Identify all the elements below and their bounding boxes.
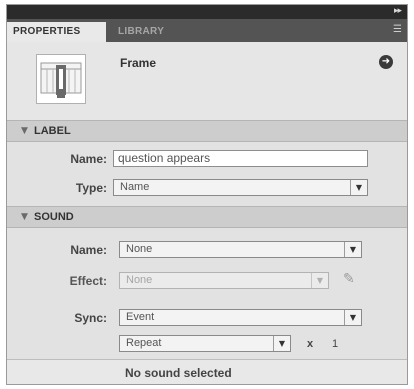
chevron-down-icon: ▼ bbox=[311, 273, 328, 288]
sound-repeat-value: Repeat bbox=[126, 337, 162, 349]
panel-tab-bar: PROPERTIES LIBRARY ☰ bbox=[7, 19, 407, 42]
sound-section-header[interactable]: ▼ SOUND bbox=[7, 206, 407, 228]
panel-menu-icon[interactable]: ☰ bbox=[393, 24, 402, 35]
label-section-title: LABEL bbox=[34, 125, 71, 137]
properties-header: Frame ➜ bbox=[7, 42, 407, 120]
edit-envelope-icon[interactable]: ✎ bbox=[343, 271, 359, 287]
label-type-dropdown[interactable]: Name ▼ bbox=[113, 179, 368, 196]
help-icon[interactable]: ➜ bbox=[379, 55, 393, 69]
tab-properties[interactable]: PROPERTIES bbox=[7, 22, 106, 42]
sound-status-bar: No sound selected bbox=[7, 359, 407, 384]
sound-effect-label: Effect: bbox=[69, 274, 107, 288]
tab-library[interactable]: LIBRARY bbox=[112, 22, 182, 42]
label-name-label: Name: bbox=[70, 152, 107, 166]
sound-name-dropdown[interactable]: None ▼ bbox=[119, 241, 362, 258]
frame-type-label: Frame bbox=[120, 56, 157, 70]
label-section-body: Name: question appears Type: Name ▼ bbox=[7, 142, 407, 206]
label-type-value: Name bbox=[120, 181, 150, 193]
label-name-input[interactable]: question appears bbox=[113, 150, 368, 167]
label-section-header[interactable]: ▼ LABEL bbox=[7, 120, 407, 142]
chevron-down-icon: ▼ bbox=[344, 310, 361, 325]
expand-triangle-icon: ▼ bbox=[21, 126, 28, 136]
sound-effect-dropdown[interactable]: None ▼ bbox=[119, 272, 329, 289]
sound-name-label: Name: bbox=[70, 243, 107, 257]
chevron-down-icon: ▼ bbox=[350, 180, 367, 195]
panel-title-bar[interactable]: ▸▸ bbox=[7, 5, 407, 19]
sound-status-text: No sound selected bbox=[125, 366, 232, 380]
properties-panel: ▸▸ PROPERTIES LIBRARY ☰ Frame ➜ ▼ LABEL bbox=[6, 4, 408, 385]
repeat-times-symbol: x bbox=[307, 338, 314, 350]
label-type-label: Type: bbox=[75, 181, 107, 195]
sound-sync-label: Sync: bbox=[74, 311, 107, 325]
expand-triangle-icon: ▼ bbox=[21, 212, 28, 222]
sound-effect-value: None bbox=[126, 274, 153, 286]
sound-section-body: Name: None ▼ Effect: None ▼ ✎ Sync: Even… bbox=[7, 228, 407, 359]
frame-icon bbox=[36, 54, 86, 104]
sound-section-title: SOUND bbox=[34, 211, 74, 223]
chevron-down-icon: ▼ bbox=[273, 336, 290, 351]
sound-repeat-dropdown[interactable]: Repeat ▼ bbox=[119, 335, 291, 352]
repeat-count-field[interactable]: 1 bbox=[332, 338, 338, 350]
collapse-panel-icon[interactable]: ▸▸ bbox=[394, 6, 402, 16]
chevron-down-icon: ▼ bbox=[344, 242, 361, 257]
sound-name-value: None bbox=[126, 243, 153, 255]
sound-sync-value: Event bbox=[126, 311, 155, 323]
sound-sync-dropdown[interactable]: Event ▼ bbox=[119, 309, 362, 326]
